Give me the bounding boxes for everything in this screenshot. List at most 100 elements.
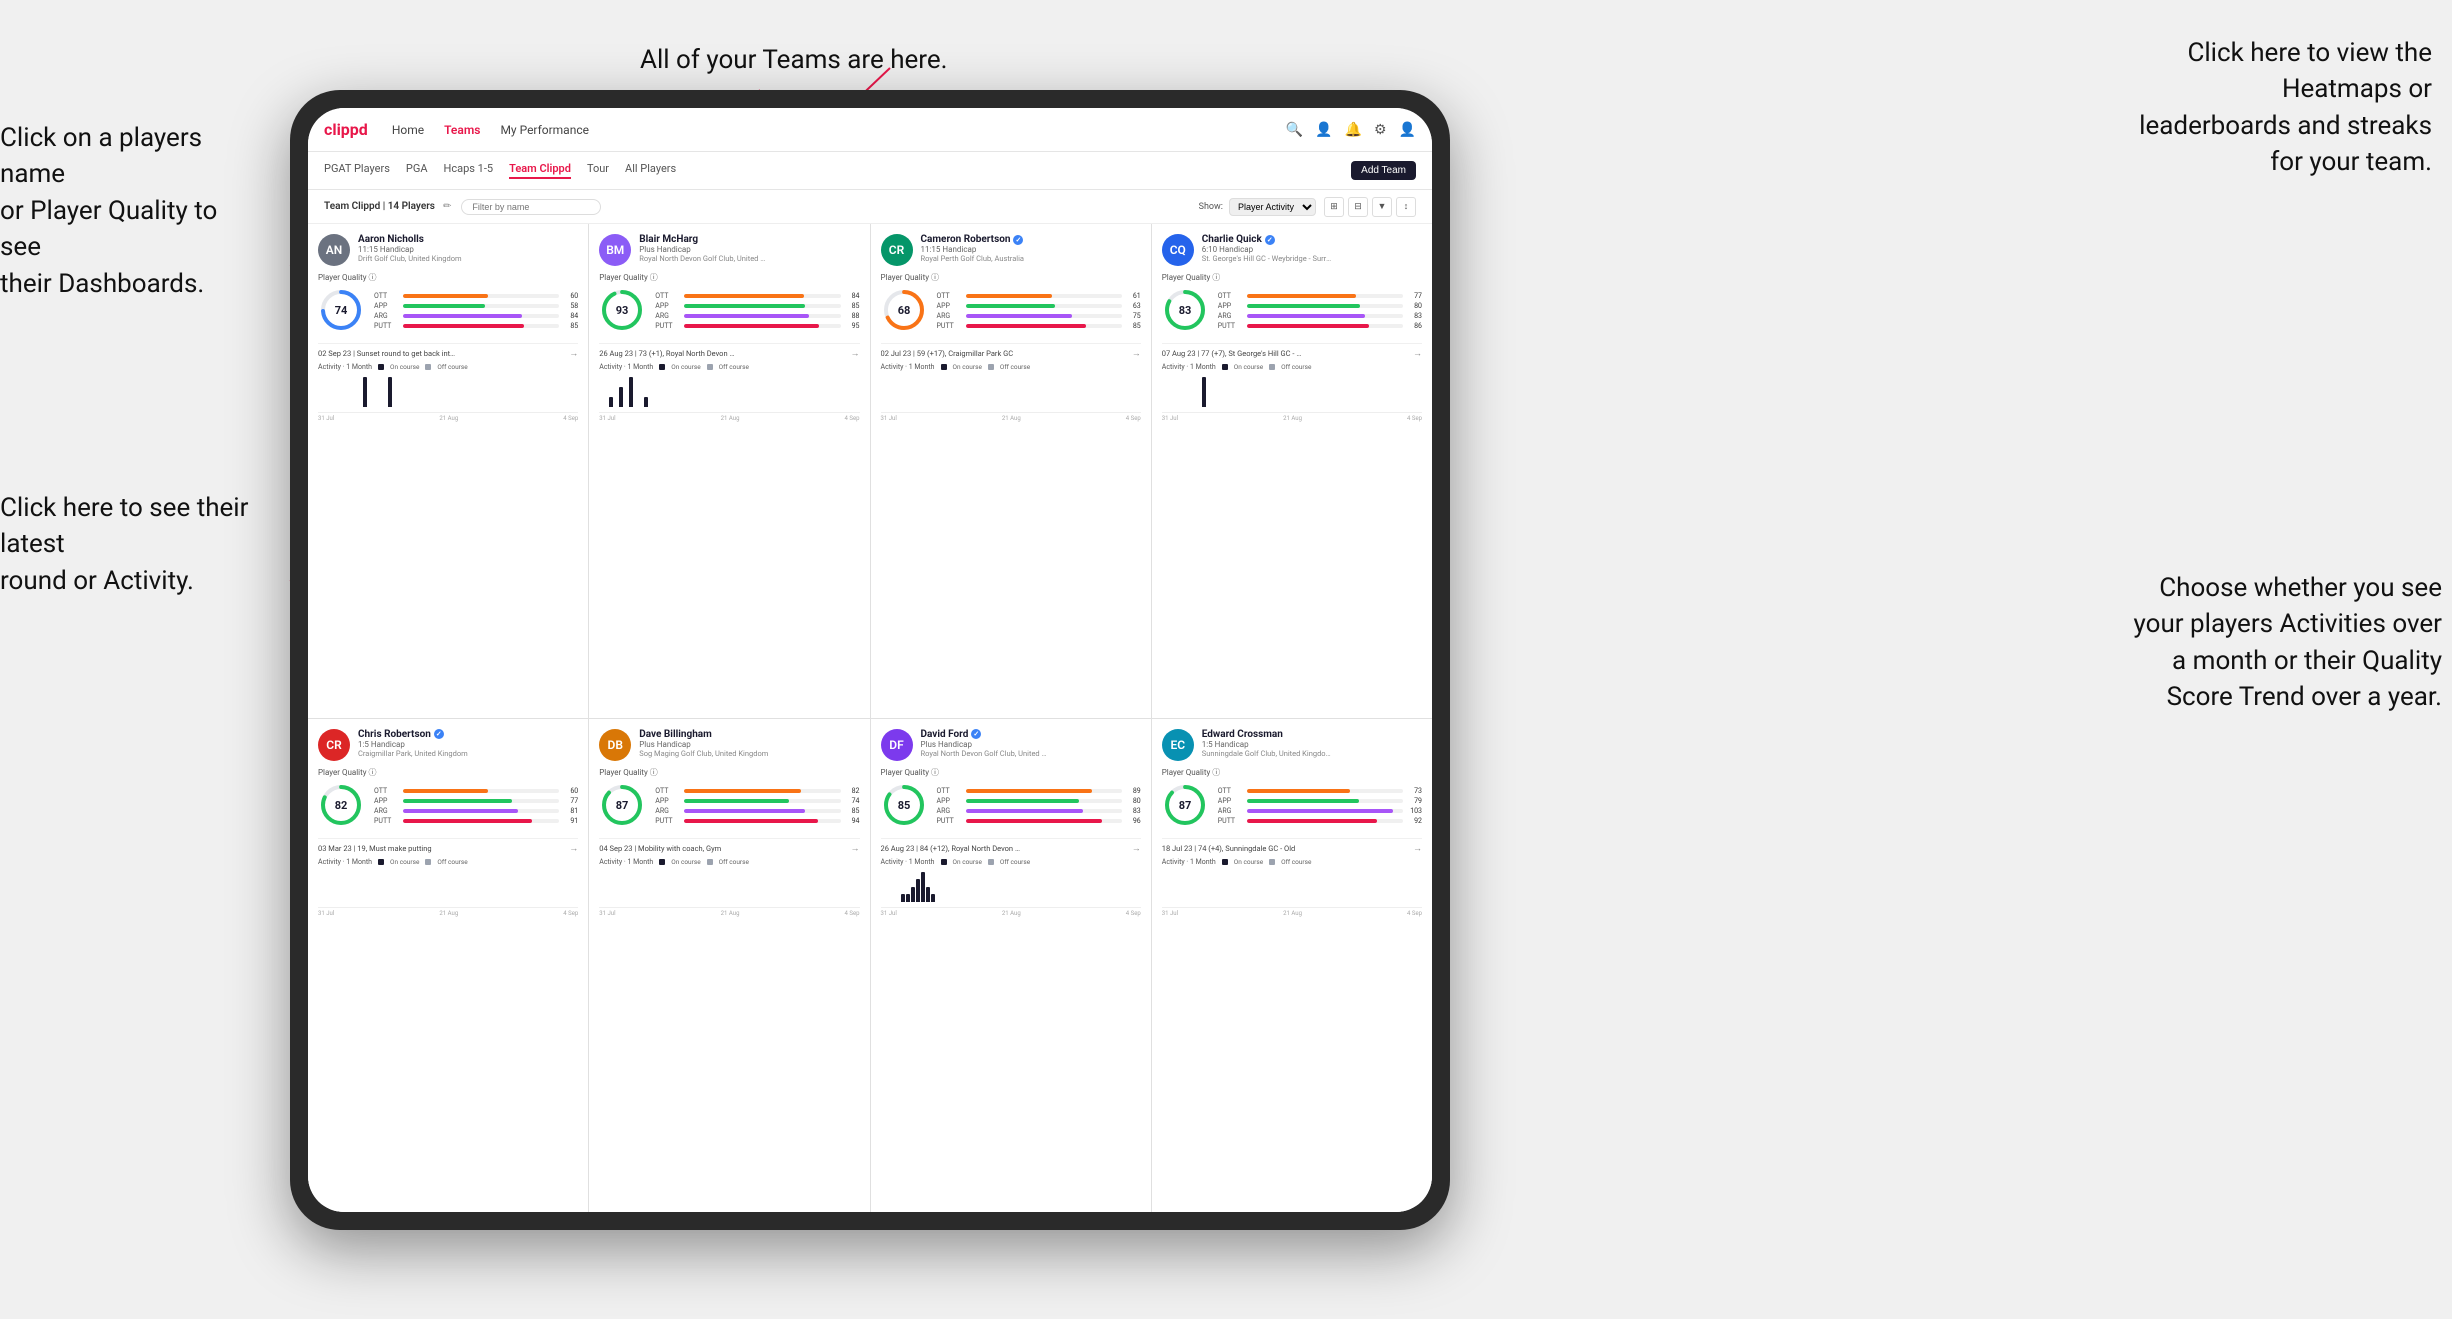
- stat-bar: [966, 819, 1102, 823]
- subnav-all-players[interactable]: All Players: [625, 162, 676, 179]
- stat-label-ott: OTT: [937, 292, 963, 300]
- stat-bar: [684, 809, 805, 813]
- subnav-hcaps[interactable]: Hcaps 1-5: [444, 162, 494, 179]
- player-name[interactable]: Cameron Robertson ✓: [921, 234, 1141, 245]
- quality-ring-container[interactable]: 68: [881, 287, 927, 337]
- activity-header: Activity · 1 Month On course Off course: [318, 858, 578, 866]
- profile-icon[interactable]: 👤: [1315, 122, 1332, 138]
- svg-text:74: 74: [335, 304, 348, 317]
- quality-ring-container[interactable]: 87: [1162, 782, 1208, 832]
- player-card-header: EC Edward Crossman 1:5 Handicap Sunningd…: [1162, 729, 1422, 761]
- quality-section: 87 OTT 73 APP 79 ARG: [1162, 782, 1422, 832]
- stat-bar-container: [684, 294, 840, 298]
- latest-round[interactable]: 18 Jul 23 | 74 (+4), Sunningdale GC - Ol…: [1162, 838, 1422, 854]
- avatar-icon[interactable]: 👤: [1399, 122, 1416, 138]
- latest-round[interactable]: 26 Aug 23 | 73 (+1), Royal North Devon G…: [599, 343, 859, 359]
- quality-label: Player Quality ⓘ: [318, 767, 578, 778]
- legend-off-course-label: Off course: [1281, 858, 1311, 866]
- player-name[interactable]: Charlie Quick ✓: [1202, 234, 1422, 245]
- quality-ring-container[interactable]: 74: [318, 287, 364, 337]
- stat-bar-container: [966, 304, 1122, 308]
- chart-bars: [599, 375, 859, 407]
- activity-period-label: Activity · 1 Month: [1162, 858, 1216, 866]
- legend-off-course: [425, 364, 431, 370]
- quality-label: Player Quality ⓘ: [1162, 767, 1422, 778]
- subnav-team-clippd[interactable]: Team Clippd: [509, 162, 571, 179]
- edit-icon[interactable]: ✏: [443, 201, 451, 212]
- stat-row-putt: PUTT 86: [1218, 322, 1422, 330]
- stat-bar-container: [1247, 294, 1403, 298]
- subnav-tour[interactable]: Tour: [587, 162, 609, 179]
- stat-label-putt: PUTT: [937, 817, 963, 825]
- player-handicap: 1:5 Handicap: [1202, 740, 1422, 749]
- quality-ring-container[interactable]: 85: [881, 782, 927, 832]
- add-team-button[interactable]: Add Team: [1351, 161, 1416, 180]
- player-name[interactable]: Blair McHarg: [639, 234, 859, 245]
- filter-button[interactable]: ▼: [1372, 197, 1392, 217]
- player-card: CR Chris Robertson ✓ 1:5 Handicap Craigm…: [308, 719, 588, 1213]
- player-name[interactable]: Aaron Nicholls: [358, 234, 578, 245]
- stats-grid: OTT 60 APP 58 ARG 84 PUTT: [374, 292, 578, 332]
- stat-value-app: 80: [1406, 302, 1422, 310]
- latest-round[interactable]: 03 Mar 23 | 19, Must make putting →: [318, 838, 578, 854]
- annotation-activities: Choose whether you seeyour players Activ…: [2134, 570, 2442, 716]
- player-club: Drift Golf Club, United Kingdom: [358, 254, 488, 263]
- chart-x-labels: 31 Jul 21 Aug 4 Sep: [1162, 910, 1422, 917]
- nav-teams[interactable]: Teams: [444, 123, 480, 137]
- player-card: EC Edward Crossman 1:5 Handicap Sunningd…: [1152, 719, 1432, 1213]
- sort-button[interactable]: ↕: [1396, 197, 1416, 217]
- subnav-pgat[interactable]: PGAT Players: [324, 162, 390, 179]
- stat-row-putt: PUTT 85: [937, 322, 1141, 330]
- player-name[interactable]: Chris Robertson ✓: [358, 729, 578, 740]
- quality-ring-container[interactable]: 93: [599, 287, 645, 337]
- latest-round[interactable]: 02 Sep 23 | Sunset round to get back int…: [318, 343, 578, 359]
- latest-round[interactable]: 26 Aug 23 | 84 (+12), Royal North Devon …: [881, 838, 1141, 854]
- stat-label-arg: ARG: [1218, 807, 1244, 815]
- search-icon[interactable]: 🔍: [1286, 122, 1303, 138]
- legend-on-course: [941, 859, 947, 865]
- search-input[interactable]: [461, 199, 601, 215]
- latest-round[interactable]: 07 Aug 23 | 77 (+7), St George's Hill GC…: [1162, 343, 1422, 359]
- settings-icon[interactable]: ⚙: [1374, 122, 1387, 138]
- chart-area: [1162, 375, 1422, 413]
- chart-bars: [881, 375, 1141, 407]
- bell-icon[interactable]: 🔔: [1345, 122, 1362, 138]
- quality-ring-container[interactable]: 82: [318, 782, 364, 832]
- stat-row-putt: PUTT 85: [374, 322, 578, 330]
- legend-off-course: [425, 859, 431, 865]
- stat-bar: [1247, 819, 1378, 823]
- nav-home[interactable]: Home: [392, 123, 424, 137]
- quality-ring-container[interactable]: 83: [1162, 287, 1208, 337]
- stat-bar: [403, 304, 485, 308]
- stats-grid: OTT 60 APP 77 ARG 81 PUTT: [374, 787, 578, 827]
- grid-view-button[interactable]: ⊞: [1324, 197, 1344, 217]
- activity-section: Activity · 1 Month On course Off course: [599, 363, 859, 422]
- nav-my-performance[interactable]: My Performance: [500, 123, 589, 137]
- latest-round[interactable]: 04 Sep 23 | Mobility with coach, Gym →: [599, 838, 859, 854]
- svg-text:83: 83: [1178, 304, 1191, 317]
- stat-row-arg: ARG 103: [1218, 807, 1422, 815]
- legend-on-course-label: On course: [671, 858, 700, 866]
- stat-row-putt: PUTT 96: [937, 817, 1141, 825]
- x-label-3: 4 Sep: [1126, 910, 1141, 917]
- show-select[interactable]: Player Activity: [1229, 198, 1316, 216]
- legend-off-course-label: Off course: [1000, 858, 1030, 866]
- activity-header: Activity · 1 Month On course Off course: [599, 363, 859, 371]
- latest-round[interactable]: 02 Jul 23 | 59 (+17), Craigmillar Park G…: [881, 343, 1141, 359]
- activity-header: Activity · 1 Month On course Off course: [1162, 363, 1422, 371]
- list-view-button[interactable]: ⊟: [1348, 197, 1368, 217]
- chart-bars: [881, 870, 1141, 902]
- stat-bar: [684, 819, 818, 823]
- chart-bar-on-course: [901, 894, 905, 902]
- player-info: Chris Robertson ✓ 1:5 Handicap Craigmill…: [358, 729, 578, 758]
- stat-value-app: 74: [844, 797, 860, 805]
- subnav-pga[interactable]: PGA: [406, 162, 428, 179]
- quality-ring-container[interactable]: 87: [599, 782, 645, 832]
- activity-period-label: Activity · 1 Month: [599, 363, 653, 371]
- x-label-3: 4 Sep: [1407, 415, 1422, 422]
- stat-value-putt: 95: [844, 322, 860, 330]
- player-name[interactable]: David Ford ✓: [921, 729, 1141, 740]
- player-name[interactable]: Edward Crossman: [1202, 729, 1422, 740]
- player-name[interactable]: Dave Billingham: [639, 729, 859, 740]
- sub-nav-items: PGAT Players PGA Hcaps 1-5 Team Clippd T…: [324, 162, 1351, 179]
